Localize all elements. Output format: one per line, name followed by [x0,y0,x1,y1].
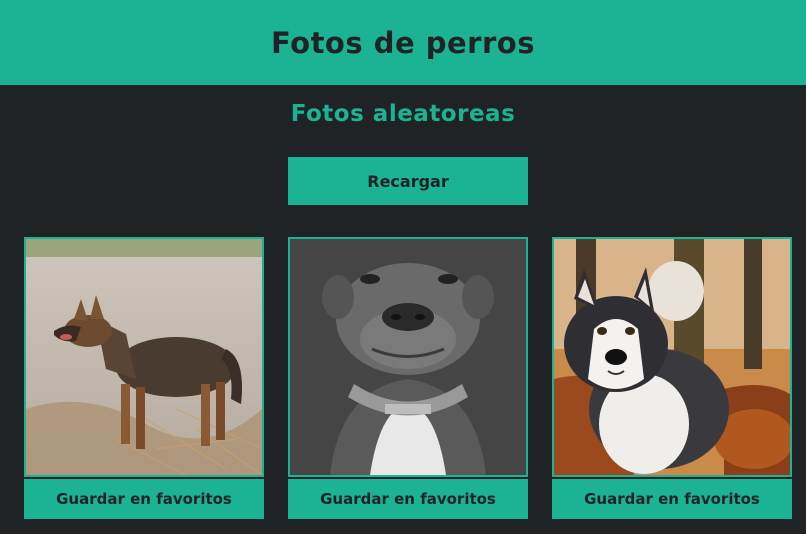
shepherd-dog-photo [26,239,262,475]
pitbull-dog-photo [290,239,526,475]
malamute-dog-photo [554,239,790,475]
dog-photo [24,237,264,477]
save-favorite-button[interactable]: Guardar en favoritos [552,479,792,519]
dog-photo [288,237,528,477]
dog-photo [552,237,792,477]
dog-card: Guardar en favoritos [288,237,528,519]
dog-card: Guardar en favoritos [24,237,264,519]
save-favorite-button[interactable]: Guardar en favoritos [288,479,528,519]
section-subtitle: Fotos aleatoreas [290,101,516,127]
page-title: Fotos de perros [271,25,535,60]
app-header: Fotos de perros [0,0,806,85]
dog-card: Guardar en favoritos [552,237,792,519]
reload-button[interactable]: Recargar [288,157,528,205]
save-favorite-button[interactable]: Guardar en favoritos [24,479,264,519]
